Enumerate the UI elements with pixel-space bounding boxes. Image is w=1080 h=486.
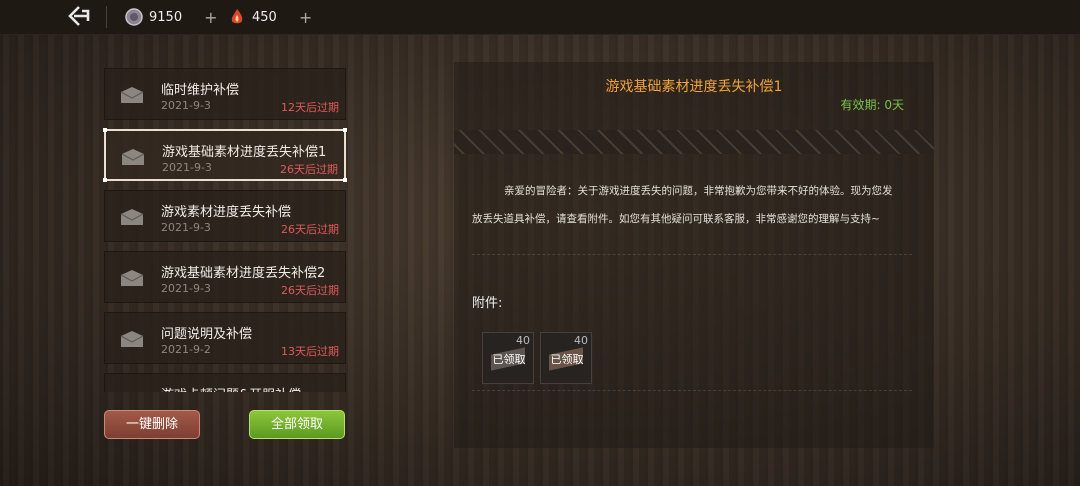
mail-body-line: 亲爱的冒险者：关于游戏进度丢失的问题，非常抱歉为您带来不好的体验。现为您发 [504, 185, 893, 197]
envelope-icon [120, 209, 144, 225]
selection-corner [103, 178, 107, 182]
mail-expiry: 12天后过期 [281, 101, 339, 114]
mail-expiry: 13天后过期 [281, 345, 339, 358]
decorative-pattern-band [454, 130, 934, 154]
mail-list[interactable]: 临时维护补偿 2021-9-3 12天后过期 游戏基础素材进度丢失补偿1 202… [100, 66, 350, 392]
mail-expiry: 26天后过期 [281, 223, 339, 236]
mail-body: 亲爱的冒险者：关于游戏进度丢失的问题，非常抱歉为您带来不好的体验。现为您发 放丢… [472, 177, 912, 233]
flame-gem-icon [231, 9, 243, 24]
mail-title: 游戏卡顿问题&开服补偿 [161, 384, 301, 392]
mail-detail-title: 游戏基础素材进度丢失补偿1 [605, 79, 783, 95]
mail-date: 2021-9-3 [161, 282, 211, 295]
attachment-count: 40 [574, 334, 588, 347]
mail-item[interactable]: 问题说明及补偿 2021-9-2 13天后过期 [104, 312, 346, 364]
selection-corner [343, 178, 347, 182]
add-currency-button[interactable]: + [299, 8, 312, 27]
currency-stone: 9150 + [125, 0, 218, 34]
mail-body-line: 放丢失道具补偿，请查看附件。如您有其他疑问可联系客服，非常感谢您的理解与支持~ [472, 213, 880, 225]
return-arrow-icon[interactable] [66, 5, 92, 29]
mail-item[interactable]: 游戏素材进度丢失补偿 2021-9-3 26天后过期 [104, 190, 346, 242]
envelope-icon [120, 87, 144, 103]
mail-item[interactable]: 游戏卡顿问题&开服补偿 [104, 373, 346, 392]
mail-item[interactable]: 临时维护补偿 2021-9-3 12天后过期 [104, 68, 346, 120]
mail-date: 2021-9-3 [161, 99, 211, 112]
attachments-label: 附件: [472, 296, 503, 311]
envelope-icon [121, 149, 145, 165]
currency-value: 9150 [149, 9, 183, 25]
add-currency-button[interactable]: + [204, 8, 217, 27]
divider [472, 254, 912, 255]
attachment-status: 已领取 [550, 353, 584, 366]
envelope-icon [120, 270, 144, 286]
attachment-status: 已领取 [492, 353, 526, 366]
mail-title: 临时维护补偿 [161, 83, 240, 98]
mail-detail-panel: 游戏基础素材进度丢失补偿1 有效期: 0天 亲爱的冒险者：关于游戏进度丢失的问题… [454, 62, 934, 448]
top-bar: 9150 + 450 + [0, 0, 1080, 35]
mail-date: 2021-9-2 [161, 343, 211, 356]
currency-value: 450 [252, 9, 277, 25]
selection-corner [103, 128, 107, 132]
divider [106, 6, 107, 28]
currency-gem: 450 + [228, 0, 312, 34]
mail-date: 2021-9-3 [162, 161, 212, 174]
mail-date: 2021-9-3 [161, 221, 211, 234]
mail-title: 问题说明及补偿 [161, 327, 253, 342]
mail-item-selected[interactable]: 游戏基础素材进度丢失补偿1 2021-9-3 26天后过期 [103, 128, 347, 182]
selection-corner [343, 128, 347, 132]
delete-all-button[interactable]: 一键删除 [104, 410, 200, 439]
validity-label: 有效期: 0天 [840, 98, 905, 112]
mail-title: 游戏基础素材进度丢失补偿2 [161, 266, 326, 281]
mail-item[interactable]: 游戏基础素材进度丢失补偿2 2021-9-3 26天后过期 [104, 251, 346, 303]
mail-expiry: 26天后过期 [281, 284, 339, 297]
envelope-icon [120, 331, 144, 347]
attachment-count: 40 [516, 334, 530, 347]
attachment-item[interactable]: 40 已领取 [540, 332, 592, 384]
mail-title: 游戏基础素材进度丢失补偿1 [162, 145, 327, 160]
claim-all-button[interactable]: 全部领取 [249, 410, 345, 439]
stone-coin-icon [125, 8, 143, 26]
divider [472, 390, 912, 391]
attachment-item[interactable]: 40 已领取 [482, 332, 534, 384]
mail-expiry: 26天后过期 [280, 163, 338, 176]
mail-title: 游戏素材进度丢失补偿 [161, 205, 292, 220]
